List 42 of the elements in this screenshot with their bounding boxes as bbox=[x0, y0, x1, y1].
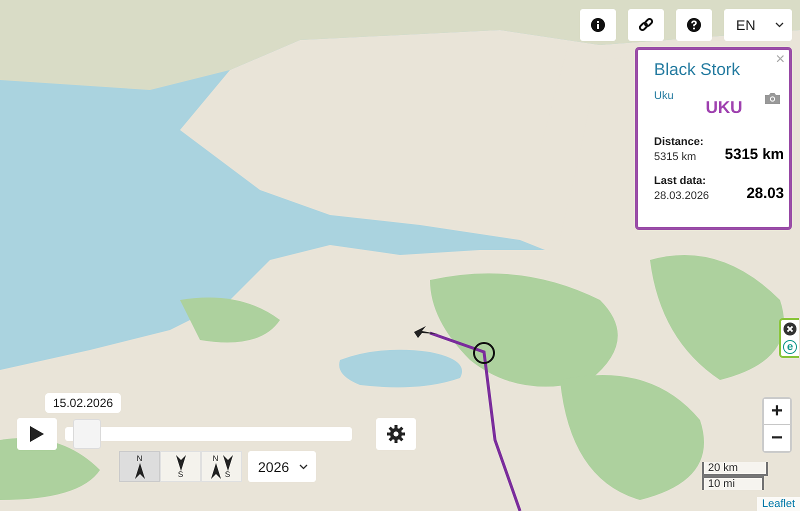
scale-imperial: 10 mi bbox=[702, 476, 764, 490]
view-mode-button[interactable]: S bbox=[160, 451, 201, 482]
view-mode-button[interactable]: N bbox=[119, 451, 160, 482]
north-arrow-icon bbox=[210, 462, 220, 478]
camera-icon[interactable] bbox=[765, 92, 780, 104]
play-icon bbox=[30, 426, 44, 442]
logo-text: UKU bbox=[706, 98, 742, 118]
last-data-date: 28.03.2026 bbox=[654, 190, 710, 202]
scale-metric: 20 km bbox=[702, 462, 768, 476]
settings-icon bbox=[387, 425, 405, 443]
help-button[interactable] bbox=[676, 9, 712, 41]
distance-label: Distance: bbox=[654, 136, 705, 148]
language-select[interactable]: EN bbox=[724, 9, 792, 41]
close-circle-icon[interactable] bbox=[783, 322, 797, 336]
timeline-slider[interactable] bbox=[65, 419, 352, 449]
chevron-down-icon bbox=[775, 22, 784, 28]
help-icon bbox=[687, 18, 701, 32]
view-mode-button[interactable]: N S bbox=[201, 451, 242, 482]
play-button[interactable] bbox=[17, 418, 57, 450]
map[interactable]: EN × Black Stork Uku UKU Distance: 5315 km 5315 km Last data: 28.03.2026 28.03 e + − 20 km 10 mi Leaflet 15.02.2026 N S N S 2026 bbox=[0, 0, 800, 511]
bird-name-link[interactable]: Uku bbox=[654, 90, 674, 102]
bird-icon bbox=[414, 326, 438, 338]
leaflet-link[interactable]: Leaflet bbox=[756, 497, 800, 511]
last-data-label: Last data: bbox=[654, 175, 707, 187]
zoom-in-button[interactable]: + bbox=[764, 399, 790, 425]
species-title: Black Stork bbox=[654, 60, 741, 80]
position-marker-icon bbox=[472, 341, 496, 365]
date-tooltip: 15.02.2026 bbox=[45, 393, 122, 413]
south-arrow-icon bbox=[222, 454, 232, 470]
info-icon bbox=[591, 18, 605, 32]
last-data-large-value: 28.03 bbox=[745, 185, 784, 202]
distance-value: 5315 km bbox=[654, 151, 698, 163]
link-icon bbox=[638, 17, 654, 33]
info-button[interactable] bbox=[580, 9, 616, 41]
timeline-handle[interactable] bbox=[72, 419, 101, 449]
chevron-down-icon bbox=[299, 464, 308, 470]
link-button[interactable] bbox=[628, 9, 664, 41]
south-arrow-icon bbox=[176, 454, 186, 470]
year-select[interactable]: 2026 bbox=[248, 451, 316, 482]
distance-large-value: 5315 km bbox=[724, 146, 784, 163]
north-arrow-icon bbox=[134, 462, 144, 478]
settings-button[interactable] bbox=[376, 418, 416, 450]
